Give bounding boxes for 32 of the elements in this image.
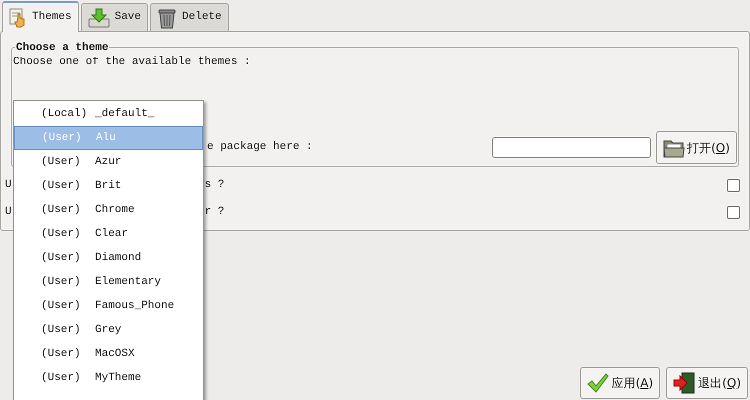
option-label: U xyxy=(5,204,12,220)
folder-icon xyxy=(663,138,686,158)
download-icon xyxy=(88,8,110,28)
checkbox[interactable] xyxy=(727,178,740,192)
option-label: r ? xyxy=(204,204,224,220)
theme-list-item[interactable]: (User) Famous_Phone xyxy=(14,294,203,318)
hand-icon xyxy=(9,8,27,28)
theme-list-item[interactable]: (User) MyTheme xyxy=(14,366,203,390)
theme-list-item[interactable]: (User) Diamond xyxy=(14,246,203,270)
dialog-button[interactable]: 应用(A) xyxy=(580,367,660,399)
checkmark-icon xyxy=(586,373,609,393)
open-button[interactable]: 打开(O) xyxy=(656,131,737,164)
package-label: e package here : xyxy=(207,140,313,156)
exit-door-icon xyxy=(673,372,696,394)
option-label: U xyxy=(5,178,12,193)
theme-list-item[interactable]: (User) Chrome xyxy=(14,198,203,222)
theme-list-item[interactable]: (User) Brit xyxy=(14,174,203,198)
trash-icon xyxy=(157,6,178,28)
dialog-button[interactable]: 退出(Q) xyxy=(666,367,748,399)
tab[interactable]: Delete xyxy=(150,3,229,31)
theme-list-item[interactable]: (User) Clear xyxy=(14,222,203,246)
theme-list-item[interactable]: (Local) _default_ xyxy=(14,102,203,126)
checkbox[interactable] xyxy=(727,206,740,218)
theme-list-item[interactable]: (User) MacOSX xyxy=(14,342,203,366)
tab[interactable]: Themes xyxy=(2,1,79,32)
theme-list-item[interactable]: (User) Elementary xyxy=(14,270,203,294)
theme-list-item[interactable]: (User) Azur xyxy=(14,150,203,174)
tab[interactable]: Save xyxy=(80,3,148,31)
option-label: s ? xyxy=(204,178,224,193)
theme-list-item[interactable]: (User) Grey xyxy=(14,318,203,342)
group-title: Choose a theme xyxy=(15,40,110,56)
package-field[interactable] xyxy=(492,137,651,158)
